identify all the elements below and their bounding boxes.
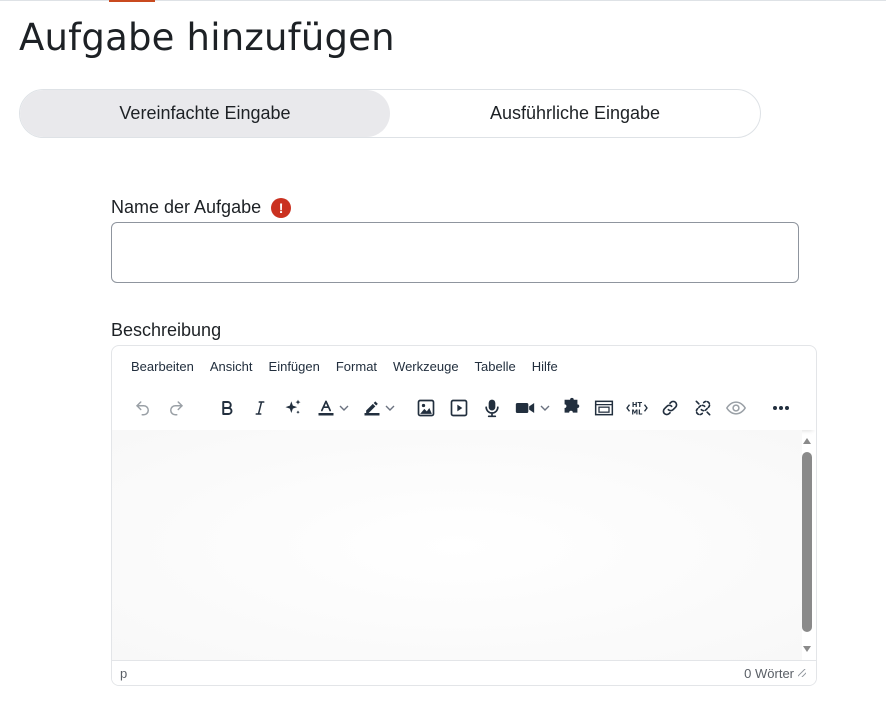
scrollbar-thumb[interactable] — [802, 452, 812, 632]
editor-content-area[interactable] — [112, 430, 802, 662]
preview-icon[interactable] — [719, 392, 752, 424]
input-mode-toggle: Vereinfachte Eingabe Ausführliche Eingab… — [19, 89, 761, 138]
bold-icon[interactable] — [210, 392, 243, 424]
detailed-input-button[interactable]: Ausführliche Eingabe — [390, 90, 760, 137]
required-icon: ! — [271, 197, 292, 218]
menu-view[interactable]: Ansicht — [202, 359, 261, 374]
task-name-label-text: Name der Aufgabe — [111, 197, 262, 217]
embed-icon[interactable] — [587, 392, 620, 424]
redo-icon[interactable] — [159, 392, 192, 424]
italic-icon[interactable] — [243, 392, 276, 424]
active-tab-indicator — [109, 0, 155, 2]
menu-help[interactable]: Hilfe — [524, 359, 566, 374]
scroll-down-icon[interactable] — [803, 646, 811, 652]
rich-text-editor: Bearbeiten Ansicht Einfügen Format Werkz… — [111, 345, 817, 686]
resize-handle-icon[interactable] — [798, 669, 806, 677]
video-camera-icon[interactable] — [508, 392, 554, 424]
simple-input-button[interactable]: Vereinfachte Eingabe — [20, 90, 390, 137]
puzzle-icon[interactable] — [554, 392, 587, 424]
task-name-input[interactable] — [111, 222, 799, 283]
menu-insert[interactable]: Einfügen — [261, 359, 328, 374]
page-title: Aufgabe hinzufügen — [19, 16, 395, 59]
word-count[interactable]: 0 Wörter — [744, 666, 794, 681]
microphone-icon[interactable] — [475, 392, 508, 424]
editor-menubar: Bearbeiten Ansicht Einfügen Format Werkz… — [112, 346, 816, 386]
scroll-up-icon[interactable] — [803, 438, 811, 444]
image-icon[interactable] — [409, 392, 442, 424]
ai-sparkle-icon[interactable] — [276, 392, 309, 424]
menu-format[interactable]: Format — [328, 359, 385, 374]
element-path[interactable]: p — [120, 666, 127, 681]
description-label: Beschreibung — [111, 320, 222, 340]
undo-icon[interactable] — [126, 392, 159, 424]
unlink-icon[interactable] — [686, 392, 719, 424]
editor-toolbar: HT ML — [112, 386, 816, 430]
editor-statusbar: p 0 Wörter — [112, 660, 816, 685]
menu-tools[interactable]: Werkzeuge — [385, 359, 467, 374]
menu-table[interactable]: Tabelle — [467, 359, 524, 374]
svg-text:ML: ML — [631, 409, 643, 417]
link-icon[interactable] — [653, 392, 686, 424]
media-icon[interactable] — [442, 392, 475, 424]
more-icon[interactable] — [764, 392, 797, 424]
task-name-label: Name der Aufgabe ! — [111, 197, 292, 218]
highlight-color-icon[interactable] — [355, 392, 401, 424]
editor-scrollbar[interactable] — [800, 434, 814, 656]
html-icon[interactable]: HT ML — [620, 392, 653, 424]
menu-edit[interactable]: Bearbeiten — [123, 359, 202, 374]
text-color-icon[interactable] — [309, 392, 355, 424]
